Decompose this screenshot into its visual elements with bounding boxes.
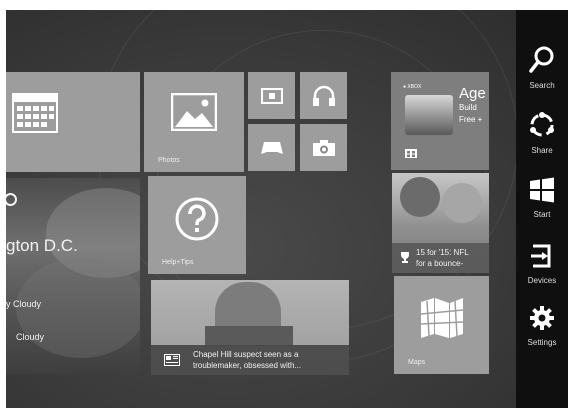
music-tile[interactable] — [300, 72, 347, 119]
game-artwork — [405, 95, 453, 135]
game-subtitle: Build — [459, 103, 477, 112]
xbox-badge: ● XBOX — [403, 84, 422, 90]
maps-tile[interactable]: Maps — [394, 276, 489, 374]
game-subtitle: Free + — [459, 115, 483, 124]
newspaper-icon — [164, 354, 180, 366]
camera-tile[interactable] — [300, 124, 347, 171]
sports-headline-line: 15 for '15: NFL — [416, 248, 469, 257]
charm-label: Start — [533, 210, 551, 219]
news-photo — [205, 326, 293, 346]
charm-label: Devices — [527, 276, 557, 285]
sports-strip: 15 for '15: NFL for a bounce- — [392, 243, 489, 273]
start-screen: gton D.C. y Cloudy Cloudy Photos Help+Ti… — [6, 10, 568, 408]
news-headline-line: troublemaker, obsessed with... — [193, 361, 302, 370]
charm-start[interactable]: Start — [516, 177, 568, 219]
weather-tile[interactable]: gton D.C. y Cloudy Cloudy — [6, 178, 140, 374]
video-icon — [260, 87, 283, 104]
sports-tile[interactable]: 15 for '15: NFL for a bounce- — [392, 173, 489, 273]
settings-gear-icon — [530, 306, 554, 330]
charm-label: Settings — [527, 338, 557, 347]
degree-icon — [6, 193, 17, 206]
news-strip: Chapel Hill suspect seen as a troublemak… — [151, 345, 349, 375]
share-icon — [530, 112, 554, 137]
news-headline-line: Chapel Hill suspect seen as a — [193, 350, 299, 359]
help-tips-label: Help+Tips — [162, 259, 194, 266]
sports-photo — [400, 177, 440, 217]
trophy-icon — [401, 252, 409, 263]
news-headline: Chapel Hill suspect seen as a troublemak… — [193, 349, 301, 371]
game-tile[interactable]: ● XBOX Age Build Free + — [391, 72, 489, 170]
charm-label: Search — [529, 81, 555, 90]
calendar-tile[interactable] — [6, 72, 140, 172]
charms-bar: Search Share Start Devices Settings — [516, 10, 568, 408]
store-bag-icon — [405, 149, 417, 158]
devices-icon — [531, 244, 551, 268]
photos-label: Photos — [158, 157, 180, 164]
charm-share[interactable]: Share — [516, 111, 568, 155]
charm-label: Share — [531, 146, 553, 155]
news-tile[interactable]: Chapel Hill suspect seen as a troublemak… — [151, 280, 349, 375]
photos-icon — [171, 93, 217, 131]
calendar-icon — [12, 93, 58, 133]
games-tile[interactable] — [248, 124, 295, 171]
windows-start-icon — [530, 177, 554, 203]
charm-settings[interactable]: Settings — [516, 305, 568, 347]
video-tile[interactable] — [248, 72, 295, 119]
maps-label: Maps — [408, 359, 426, 366]
game-title: Age — [459, 85, 486, 102]
help-tips-tile[interactable]: Help+Tips — [148, 176, 246, 274]
search-icon — [529, 46, 554, 73]
headphones-icon — [312, 85, 335, 106]
charm-search[interactable]: Search — [516, 46, 568, 90]
weather-forecast-tomorrow: Cloudy — [16, 332, 45, 342]
charm-devices[interactable]: Devices — [516, 243, 568, 285]
game-controller-icon — [260, 141, 283, 154]
map-icon — [420, 298, 463, 339]
help-question-icon — [175, 197, 219, 241]
photos-tile[interactable]: Photos — [144, 72, 244, 172]
weather-location: gton D.C. — [6, 236, 78, 255]
weather-forecast-today: y Cloudy — [6, 299, 42, 309]
sports-headline-line: for a bounce- — [416, 259, 464, 268]
sports-photo — [442, 183, 482, 223]
camera-icon — [312, 139, 335, 156]
